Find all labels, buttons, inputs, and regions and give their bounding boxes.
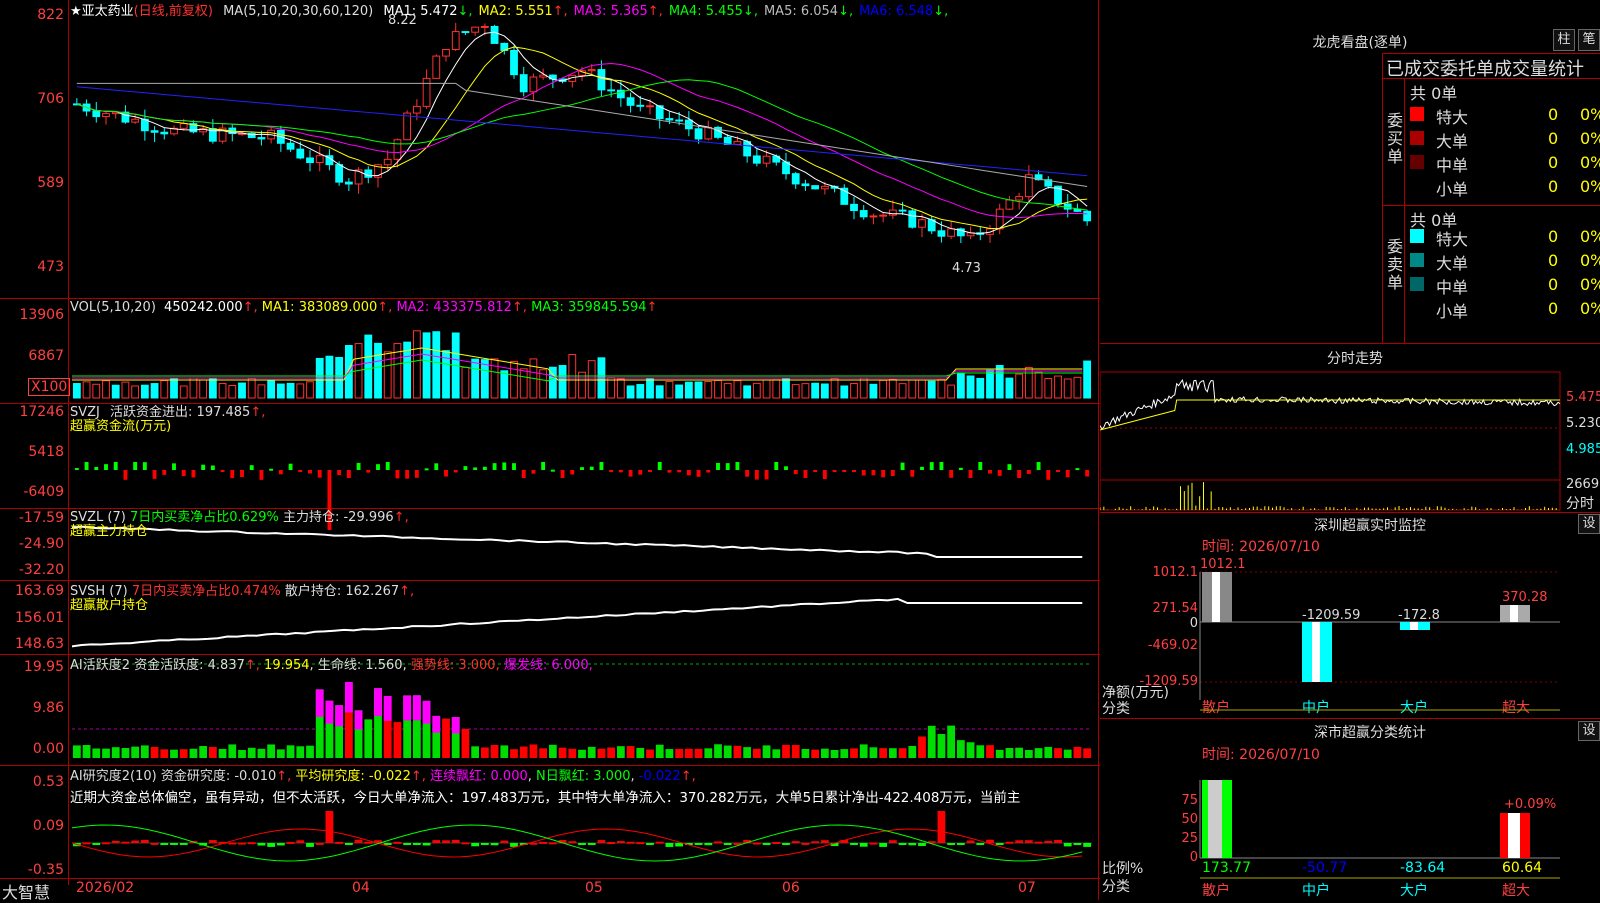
svzj-sub: 超赢资金流(万元) (70, 419, 172, 434)
svsh-desc2: 散户持仓: 162.267 (284, 584, 400, 599)
ai1-axis-2: 9.86 (32, 700, 64, 716)
vol-unit-button[interactable]: X100 (28, 378, 71, 396)
ai2-axis-3: -0.35 (27, 862, 64, 878)
high-price-mark: 8.22 (388, 13, 417, 28)
ai2-axis-2: 0.09 (32, 818, 64, 834)
ai2-v5: -0.022 (638, 769, 681, 784)
ai1-v2: 19.954 (264, 658, 310, 673)
ai2-name: AI研究度2(10) (70, 769, 157, 784)
vol-ma3: MA3: 359845.594 (531, 300, 647, 315)
vol-axis-2: 6867 (28, 348, 64, 364)
price-axis-1: 822 (37, 7, 64, 23)
ma-value-4: MA4: 5.455 (668, 4, 743, 19)
price-axis-4: 473 (37, 259, 64, 275)
ai2-v1: 资金研究度: -0.010 (160, 769, 277, 784)
price-axis-3: 589 (37, 175, 64, 191)
vol-panel-header: VOL(5,10,20) 450242.000↑, MA1: 383089.00… (70, 300, 658, 315)
svsh-desc1: 7日内买卖净占比0.474% (131, 584, 281, 599)
ai1-v3: 生命线: 1.560 (317, 658, 403, 673)
svzj-axis-1: 17246 (19, 404, 64, 420)
svsh-sub: 超赢散户持仓 (70, 598, 149, 613)
vol-axis-1: 13906 (19, 307, 64, 323)
stock-title[interactable]: ★亚太药业 (70, 4, 134, 19)
ai2-axis-1: 0.53 (32, 774, 64, 790)
svzl-sub: 超赢主力持仓 (70, 524, 149, 539)
right-panel-charts (1100, 371, 1561, 879)
vol-ma1: MA1: 383089.000 (261, 300, 378, 315)
svzl-axis-1: -17.59 (18, 510, 64, 526)
ai2-v2: 平均研究度: -0.022 (295, 769, 411, 784)
vol-label: VOL(5,10,20) (70, 300, 156, 315)
ma-value-6: MA6: 6.548 (859, 4, 934, 19)
xaxis-label-2: 04 (352, 880, 370, 896)
period-label: (日线,前复权) (133, 4, 213, 19)
svzj-axis-3: -6409 (23, 484, 64, 500)
ai1-v4: 强势线: 3.000 (410, 658, 496, 673)
ma-label: MA(5,10,20,30,60,120) (223, 4, 374, 19)
low-price-mark: 4.73 (952, 261, 981, 276)
ma-value-3: MA3: 5.365 (573, 4, 648, 19)
svsh-axis-1: 163.69 (15, 583, 64, 599)
price-panel-header: ★亚太药业(日线,前复权) MA(5,10,20,30,60,120) MA1:… (70, 0, 948, 19)
ai1-axis-3: 0.00 (32, 741, 64, 757)
svzl-axis-3: -32.20 (18, 562, 64, 578)
ai1-v5: 爆发线: 6.000 (503, 658, 589, 673)
ai1-v1: 资金活跃度: 4.837 (134, 658, 245, 673)
svzl-desc2: 主力持仓: -29.996 (282, 510, 394, 525)
ai2-v3: 连续飘红: 0.000 (430, 769, 528, 784)
main-chart-area[interactable]: ★亚太药业(日线,前复权) MA(5,10,20,30,60,120) MA1:… (0, 0, 1100, 903)
ai2-panel-header: AI研究度2(10) 资金研究度: -0.010↑, 平均研究度: -0.022… (70, 769, 696, 784)
brand-label[interactable]: 大智慧 (2, 879, 50, 903)
xaxis-label-3: 05 (585, 880, 603, 896)
ai2-summary-text: 近期大资金总体偏空，虽有异动，但不太活跃，今日大单净流入：197.483万元，其… (70, 790, 1021, 806)
svzj-axis-2: 5418 (28, 444, 64, 460)
ai1-panel-header: AI活跃度2 资金活跃度: 4.837↑, 19.954, 生命线: 1.560… (70, 658, 593, 673)
ai2-v4: N日飘红: 3.000 (536, 769, 631, 784)
vol-value: 450242.000 (164, 300, 243, 315)
svzl-axis-2: -24.90 (18, 536, 64, 552)
ma-values: MA1: 5.472↓, MA2: 5.551↑, MA3: 5.365↑, MA4:… (383, 4, 949, 19)
ma-value-5: MA5: 6.054 (763, 4, 839, 19)
ai1-axis-1: 19.95 (23, 659, 64, 675)
svzl-desc1: 7日内买卖净占比0.629% (129, 510, 279, 525)
xaxis-label-5: 07 (1018, 880, 1036, 896)
vol-ma2: MA2: 433375.812 (396, 300, 512, 315)
svsh-axis-2: 156.01 (15, 610, 64, 626)
ai1-name: AI活跃度2 (70, 658, 130, 673)
xaxis-label-4: 06 (782, 880, 800, 896)
price-axis-2: 706 (37, 91, 64, 107)
xaxis-label-1: 2026/02 (76, 880, 135, 896)
svsh-axis-3: 148.63 (15, 636, 64, 652)
ma-value-2: MA2: 5.551 (478, 4, 553, 19)
